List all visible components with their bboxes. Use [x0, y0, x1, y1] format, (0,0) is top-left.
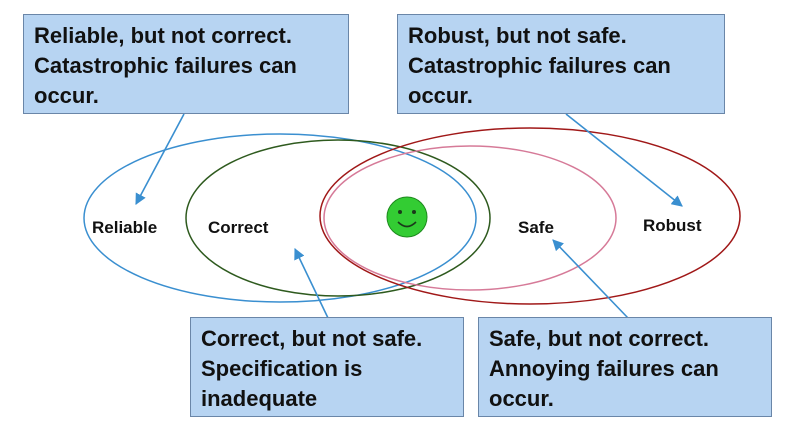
callout-line: Reliable, but not correct. — [34, 23, 292, 48]
arrow-correct-callout — [294, 247, 329, 319]
callout-reliable-not-correct: Reliable, but not correct. Catastrophic … — [23, 14, 349, 114]
callout-line: occur. — [489, 386, 554, 411]
arrow-reliable-callout — [135, 113, 185, 205]
safe-ellipse — [323, 145, 617, 291]
callout-line: Robust, but not safe. — [408, 23, 627, 48]
callout-safe-not-correct: Safe, but not correct. Annoying failures… — [478, 317, 772, 417]
callout-robust-not-safe: Robust, but not safe. Catastrophic failu… — [397, 14, 725, 114]
arrow-safe-callout — [552, 239, 629, 319]
callout-line: Annoying failures can — [489, 356, 719, 381]
set-label-safe: Safe — [518, 218, 554, 237]
callout-line: inadequate — [201, 386, 318, 411]
set-label-correct: Correct — [208, 218, 269, 237]
callout-line: Catastrophic failures can — [408, 53, 671, 78]
callout-line: occur. — [408, 83, 473, 108]
callout-line: Correct, but not safe. — [201, 326, 423, 351]
callout-line: Catastrophic failures can — [34, 53, 297, 78]
callout-correct-not-safe: Correct, but not safe. Specification is … — [190, 317, 464, 417]
arrow-robust-callout — [565, 113, 683, 207]
callout-line: Specification is — [201, 356, 363, 381]
venn-diagram: Reliable Correct Safe Robust Reliable, b… — [0, 0, 808, 433]
callout-line: occur. — [34, 83, 99, 108]
set-label-reliable: Reliable — [92, 218, 157, 237]
set-label-robust: Robust — [643, 216, 702, 235]
smiley-face-icon — [386, 196, 428, 238]
callout-line: Safe, but not correct. — [489, 326, 710, 351]
